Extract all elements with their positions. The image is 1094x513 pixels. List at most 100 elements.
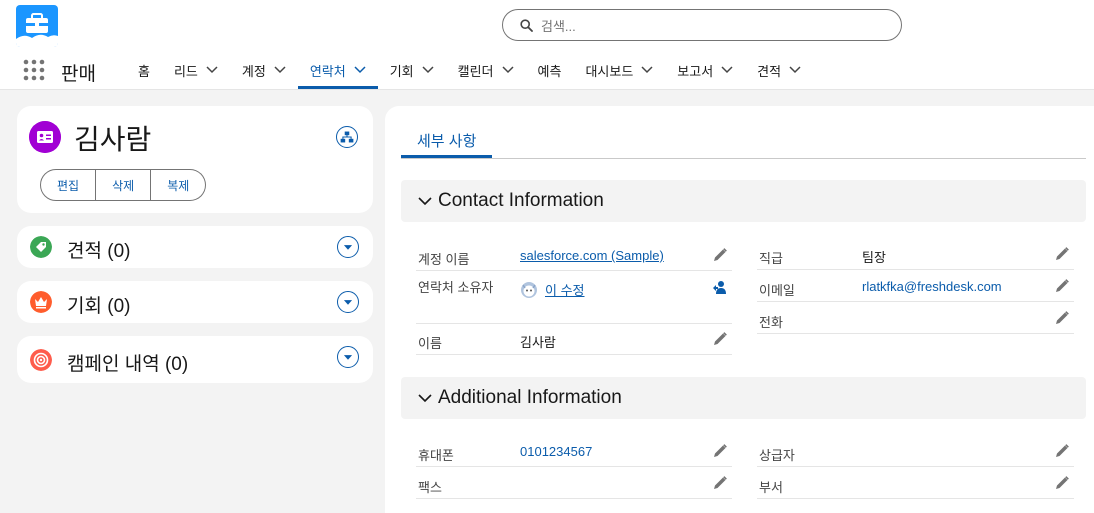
field-label: 부서 xyxy=(759,480,783,495)
nav-item-reports[interactable]: 보고서 xyxy=(665,51,745,89)
field-label: 계정 이름 xyxy=(418,252,470,267)
nav-item-opportunities[interactable]: 기회 xyxy=(378,51,446,89)
mobile-link[interactable]: 0101234567 xyxy=(520,444,592,459)
clone-button[interactable]: 복제 xyxy=(151,169,207,201)
section-title: Additional Information xyxy=(438,387,622,408)
field-value: 김사람 xyxy=(520,335,556,350)
related-list-title: 기회 (0) xyxy=(67,296,131,317)
change-owner-icon[interactable] xyxy=(712,279,728,295)
field-label: 이름 xyxy=(418,336,442,351)
nav-label: 예측 xyxy=(537,63,562,79)
field-mobile: 휴대폰 0101234567 xyxy=(416,436,732,467)
section-title: Contact Information xyxy=(438,190,604,211)
field-label: 팩스 xyxy=(418,480,442,495)
edit-pencil-icon[interactable] xyxy=(712,247,728,263)
app-logo-icon[interactable] xyxy=(16,5,58,47)
edit-pencil-icon[interactable] xyxy=(1054,310,1070,326)
field-label: 전화 xyxy=(759,315,783,330)
nav-label: 연락처 xyxy=(309,63,346,79)
chevron-down-icon[interactable] xyxy=(337,291,359,313)
nav-label: 리드 xyxy=(173,63,198,79)
field-label: 이메일 xyxy=(759,283,795,298)
field-value: 팀장 xyxy=(862,250,886,265)
field-department: 부서 xyxy=(757,468,1074,499)
account-link[interactable]: salesforce.com (Sample) xyxy=(520,248,664,263)
details-panel: 세부 사항 Contact Information 계정 이름 salesfor… xyxy=(385,106,1094,513)
record-actions: 편집 삭제 복제 xyxy=(40,169,207,201)
tab-details[interactable]: 세부 사항 xyxy=(401,126,493,158)
search-icon xyxy=(520,19,533,32)
related-list-title: 캠페인 내역 (0) xyxy=(67,354,189,375)
app-launcher-icon[interactable] xyxy=(23,59,45,81)
delete-button[interactable]: 삭제 xyxy=(96,169,152,201)
tab-divider xyxy=(401,158,1086,159)
chevron-down-icon[interactable] xyxy=(721,66,733,74)
chevron-down-icon[interactable] xyxy=(789,66,801,74)
opportunity-icon xyxy=(30,291,52,313)
nav-item-quotes[interactable]: 견적 xyxy=(745,51,813,89)
nav-label: 견적 xyxy=(757,63,782,79)
search-input[interactable] xyxy=(541,16,881,36)
related-list-opportunities[interactable]: 기회 (0) xyxy=(17,281,373,323)
field-account-name: 계정 이름 salesforce.com (Sample) xyxy=(416,240,732,271)
edit-pencil-icon[interactable] xyxy=(712,443,728,459)
chevron-down-icon[interactable] xyxy=(641,66,653,74)
field-fax: 팩스 xyxy=(416,468,732,499)
edit-pencil-icon[interactable] xyxy=(1054,443,1070,459)
field-label: 연락처 소유자 xyxy=(418,280,494,295)
nav-item-contacts[interactable]: 연락처 xyxy=(297,51,378,89)
nav-item-dashboards[interactable]: 대시보드 xyxy=(573,51,665,89)
nav-label: 홈 xyxy=(138,63,150,79)
section-additional-information[interactable]: Additional Information xyxy=(401,377,1086,419)
nav-item-leads[interactable]: 리드 xyxy=(162,51,230,89)
field-label: 직급 xyxy=(759,251,783,266)
edit-button[interactable]: 편집 xyxy=(40,169,97,201)
quote-icon xyxy=(30,236,52,258)
nav-label: 계정 xyxy=(241,63,266,79)
nav-label: 기회 xyxy=(389,63,414,79)
edit-pencil-icon[interactable] xyxy=(712,475,728,491)
chevron-down-icon[interactable] xyxy=(422,66,434,74)
related-list-campaign-history[interactable]: 캠페인 내역 (0) xyxy=(17,336,373,383)
nav-label: 보고서 xyxy=(677,63,714,79)
edit-pencil-icon[interactable] xyxy=(1054,475,1070,491)
global-header: 판매 홈 리드 계정 연락처 기회 캘린더 예측 대시보드 보고서 견적 xyxy=(0,0,1094,90)
nav-bar: 홈 리드 계정 연락처 기회 캘린더 예측 대시보드 보고서 견적 xyxy=(126,51,813,89)
email-link[interactable]: rlatkfka@freshdesk.com xyxy=(862,279,1002,294)
record-title: 김사람 xyxy=(74,124,152,155)
chevron-down-icon[interactable] xyxy=(206,66,218,74)
related-list-quotes[interactable]: 견적 (0) xyxy=(17,226,373,268)
chevron-down-icon[interactable] xyxy=(337,236,359,258)
chevron-down-icon[interactable] xyxy=(501,66,514,74)
related-list-title: 견적 (0) xyxy=(67,241,131,262)
field-title: 직급 팀장 xyxy=(757,239,1074,270)
field-email: 이메일 rlatkfka@freshdesk.com xyxy=(757,271,1074,302)
owner-avatar-icon xyxy=(521,282,537,298)
contact-icon xyxy=(29,121,61,153)
chevron-down-icon xyxy=(418,196,432,205)
global-search[interactable] xyxy=(502,9,902,41)
nav-item-accounts[interactable]: 계정 xyxy=(230,51,298,89)
chevron-down-icon xyxy=(418,393,432,402)
field-label: 상급자 xyxy=(759,448,795,463)
field-phone: 전화 xyxy=(757,303,1074,334)
hierarchy-icon[interactable] xyxy=(336,126,358,148)
edit-pencil-icon[interactable] xyxy=(1054,246,1070,262)
edit-pencil-icon[interactable] xyxy=(712,331,728,347)
chevron-down-icon[interactable] xyxy=(274,66,286,74)
field-contact-owner: 연락처 소유자 이 수정 xyxy=(416,272,732,324)
campaign-icon xyxy=(30,349,52,371)
chevron-down-icon[interactable] xyxy=(354,66,366,74)
record-header: 김사람 편집 삭제 복제 xyxy=(17,106,373,213)
owner-link[interactable]: 이 수정 xyxy=(545,280,585,299)
section-contact-information[interactable]: Contact Information xyxy=(401,180,1086,222)
nav-label: 대시보드 xyxy=(585,63,634,79)
nav-item-home[interactable]: 홈 xyxy=(126,51,162,89)
chevron-down-icon[interactable] xyxy=(337,346,359,368)
nav-item-calendar[interactable]: 캘린더 xyxy=(446,51,526,89)
edit-pencil-icon[interactable] xyxy=(1054,278,1070,294)
field-name: 이름 김사람 xyxy=(416,324,732,355)
nav-label: 캘린더 xyxy=(457,63,494,79)
app-name: 판매 xyxy=(61,64,96,85)
nav-item-forecasts[interactable]: 예측 xyxy=(526,51,574,89)
